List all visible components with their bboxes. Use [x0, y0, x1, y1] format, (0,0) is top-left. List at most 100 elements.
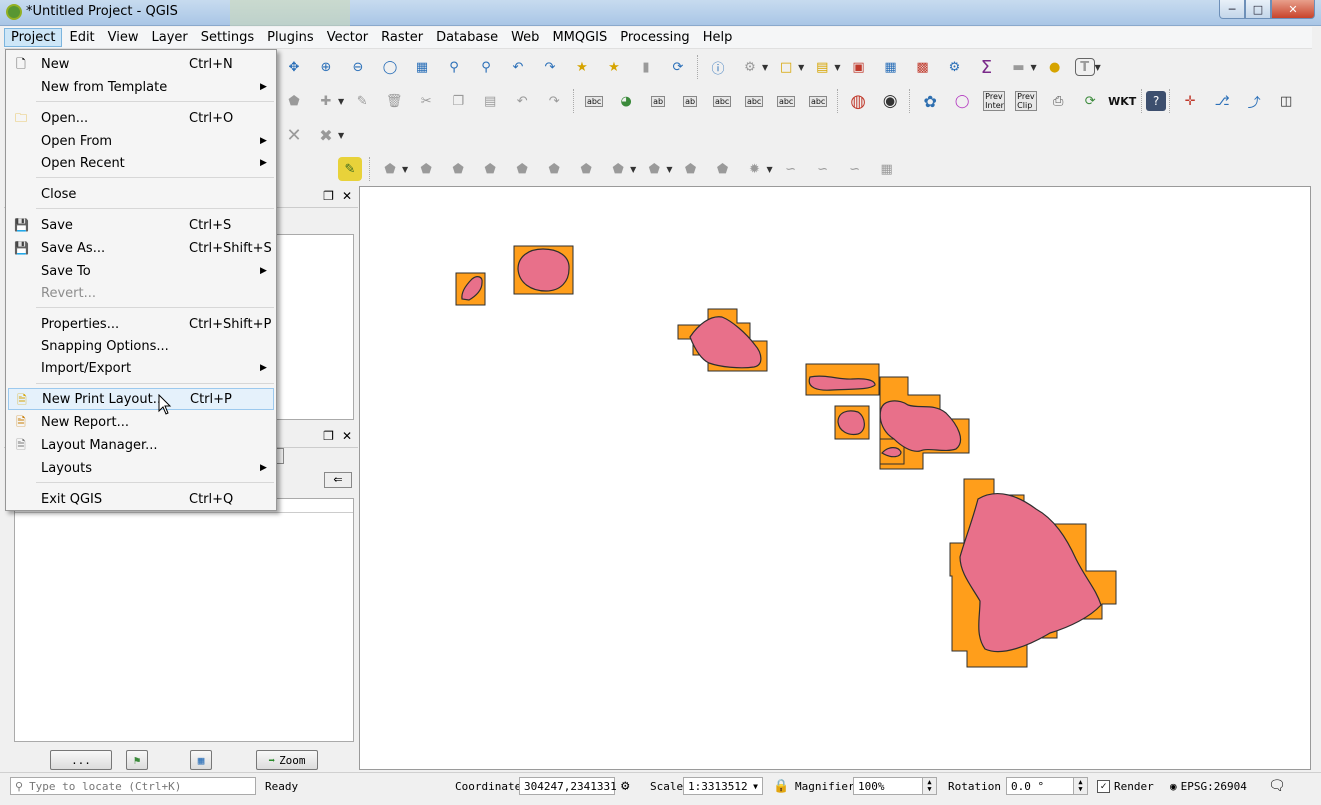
redo-icon[interactable]: ↷ — [542, 89, 566, 113]
sum-icon[interactable]: Σ — [974, 55, 998, 79]
python-console-icon[interactable]: ✿ — [918, 89, 942, 113]
menu-processing[interactable]: Processing — [614, 29, 695, 46]
close-button[interactable]: ✕ — [1271, 0, 1315, 19]
toggle-extents-icon[interactable]: ⚙ — [621, 777, 629, 795]
menu-properties[interactable]: Properties... Ctrl+Shift+P — [8, 313, 274, 335]
paste-features-icon[interactable]: ▤ — [478, 89, 502, 113]
add-bookmark-icon[interactable]: ⚑ — [126, 750, 148, 770]
menu-settings[interactable]: Settings — [195, 29, 260, 46]
menu-open[interactable]: 🗀 Open... Ctrl+O — [8, 107, 274, 129]
crosshair-icon[interactable]: ✛ — [1178, 89, 1202, 113]
zoom-out-icon[interactable]: ⊖ — [346, 55, 370, 79]
menu-new-print-layout[interactable]: 🗎 New Print Layout... Ctrl+P — [8, 388, 274, 410]
menu-layouts[interactable]: Layouts ▶ — [8, 457, 274, 479]
rotate-point-symbols-icon[interactable]: ✹ — [742, 157, 766, 181]
maximize-button[interactable]: □ — [1245, 0, 1271, 19]
geometry-tool-icon[interactable]: ⎇ — [1210, 89, 1234, 113]
rotation-field[interactable]: 0.0 ° — [1006, 777, 1074, 795]
sync-arrows-icon[interactable]: ⟳ — [1078, 89, 1102, 113]
minimize-button[interactable]: ─ — [1219, 0, 1245, 19]
plugin-trashcan-icon[interactable]: ◫ — [1274, 89, 1298, 113]
zoom-last-icon[interactable]: ↶ — [506, 55, 530, 79]
rotation-spinner[interactable]: ▲ ▼ — [1074, 777, 1088, 795]
zoom-button[interactable]: ➡ Zoom — [256, 750, 318, 770]
tracking-globe-icon[interactable]: ◉ — [878, 89, 902, 113]
locator-search-input[interactable]: ⚲ Type to locate (Ctrl+K) — [10, 777, 256, 795]
add-polygon-icon[interactable]: ⬟ — [282, 89, 306, 113]
zoom-in-icon[interactable]: ⊕ — [314, 55, 338, 79]
trace-icon[interactable]: ∽ — [779, 157, 803, 181]
menu-layout-manager[interactable]: 🗎 Layout Manager... — [8, 434, 274, 456]
pin-labels-icon[interactable]: ab — [646, 89, 670, 113]
panel-close-icon[interactable]: ✕ — [342, 189, 352, 203]
magnifier-field[interactable]: 100% — [853, 777, 923, 795]
menu-snapping-options[interactable]: Snapping Options... — [8, 335, 274, 357]
menu-open-from[interactable]: Open From ▶ — [8, 130, 274, 152]
back-arrow-button[interactable]: ⇐ — [324, 472, 352, 488]
menu-new-from-template[interactable]: New from Template ▶ — [8, 76, 274, 98]
run-action-icon[interactable]: ⚙ — [738, 55, 762, 79]
menu-new-report[interactable]: 🗎 New Report... — [8, 411, 274, 433]
layer-labeling-icon[interactable]: abc — [582, 89, 606, 113]
menu-edit[interactable]: Edit — [63, 29, 100, 46]
copy-features-icon[interactable]: ❐ — [446, 89, 470, 113]
attribute-table-icon[interactable]: ▦ — [878, 55, 902, 79]
qgis-help-lifebuoy-icon[interactable]: ◍ — [846, 89, 870, 113]
menu-web[interactable]: Web — [505, 29, 545, 46]
delete-ring-icon[interactable]: ⬟ — [478, 157, 502, 181]
menu-plugins[interactable]: Plugins — [261, 29, 320, 46]
node-tool-icon[interactable]: ⤴ — [1242, 89, 1266, 113]
temporal-controller-icon[interactable]: ▮ — [634, 55, 658, 79]
select-features-icon[interactable]: □ — [774, 55, 798, 79]
menu-close[interactable]: Close — [8, 183, 274, 205]
pan-to-selection-icon[interactable]: ✥ — [282, 55, 306, 79]
messages-icon[interactable]: 🗨 — [1268, 777, 1286, 795]
highlight-pinned-labels-icon[interactable]: ab — [678, 89, 702, 113]
reshape-features-icon[interactable]: ⬟ — [542, 157, 566, 181]
split-features-icon[interactable]: ✕ — [282, 123, 306, 147]
select-by-value-icon[interactable]: ▤ — [810, 55, 834, 79]
digitize-pencil-icon[interactable]: ✎ — [338, 157, 362, 181]
undock-icon[interactable]: ❐ — [323, 429, 334, 443]
menu-help[interactable]: Help — [697, 29, 739, 46]
wkt-icon[interactable]: WKT — [1108, 89, 1136, 113]
undo-icon[interactable]: ↶ — [510, 89, 534, 113]
merge-attributes-icon[interactable]: ⬟ — [710, 157, 734, 181]
menu-view[interactable]: View — [102, 29, 145, 46]
menu-layer[interactable]: Layer — [146, 29, 194, 46]
zoom-next-icon[interactable]: ↷ — [538, 55, 562, 79]
fill-ring-icon[interactable]: ⬟ — [446, 157, 470, 181]
menu-save-to[interactable]: Save To ▶ — [8, 260, 274, 282]
lock-icon[interactable]: 🔒 — [773, 777, 789, 795]
menu-save-as[interactable]: 💾 Save As... Ctrl+Shift+S — [8, 237, 274, 259]
zoom-to-layer-icon[interactable]: ⚲ — [474, 55, 498, 79]
prev-inter-icon[interactable]: Prev Inter — [982, 89, 1006, 113]
render-checkbox[interactable]: ✓ — [1097, 779, 1110, 793]
menu-save[interactable]: 💾 Save Ctrl+S — [8, 214, 274, 236]
menu-import-export[interactable]: Import/Export ▶ — [8, 357, 274, 379]
change-label-icon[interactable]: abc — [806, 89, 830, 113]
text-annotation-icon[interactable]: T — [1074, 58, 1095, 76]
bottom-panel-list[interactable]: Name Size Units — [14, 498, 354, 742]
menu-mmqgis[interactable]: MMQGIS — [546, 29, 613, 46]
vertex-tool-icon[interactable]: ✚ — [314, 89, 338, 113]
menu-exit-qgis[interactable]: Exit QGIS Ctrl+Q — [8, 488, 274, 510]
show-hide-labels-icon[interactable]: abc — [710, 89, 734, 113]
move-label-icon[interactable]: abc — [742, 89, 766, 113]
new-bookmark-icon[interactable]: ★ — [570, 55, 594, 79]
toolbox-gear-icon[interactable]: ⚙ — [942, 55, 966, 79]
rotate-feature-icon[interactable]: ⬟ — [642, 157, 666, 181]
zoom-to-selection-icon[interactable]: ⚲ — [442, 55, 466, 79]
pattern-icon[interactable]: ▦ — [875, 157, 899, 181]
map-bookmark-icon[interactable]: ▦ — [190, 750, 212, 770]
menu-open-recent[interactable]: Open Recent ▶ — [8, 152, 274, 174]
menu-vector[interactable]: Vector — [321, 29, 374, 46]
plugin-circle-icon[interactable]: ◯ — [950, 89, 974, 113]
modify-attributes-icon[interactable]: ✎ — [350, 89, 374, 113]
show-bookmarks-icon[interactable]: ★ — [602, 55, 626, 79]
simplify-icon[interactable]: ⬟ — [606, 157, 630, 181]
identify-icon[interactable]: ⓘ — [706, 55, 730, 79]
map-canvas[interactable] — [359, 186, 1311, 770]
crs-label[interactable]: EPSG:26904 — [1181, 780, 1247, 793]
delete-part-icon[interactable]: ⬟ — [510, 157, 534, 181]
